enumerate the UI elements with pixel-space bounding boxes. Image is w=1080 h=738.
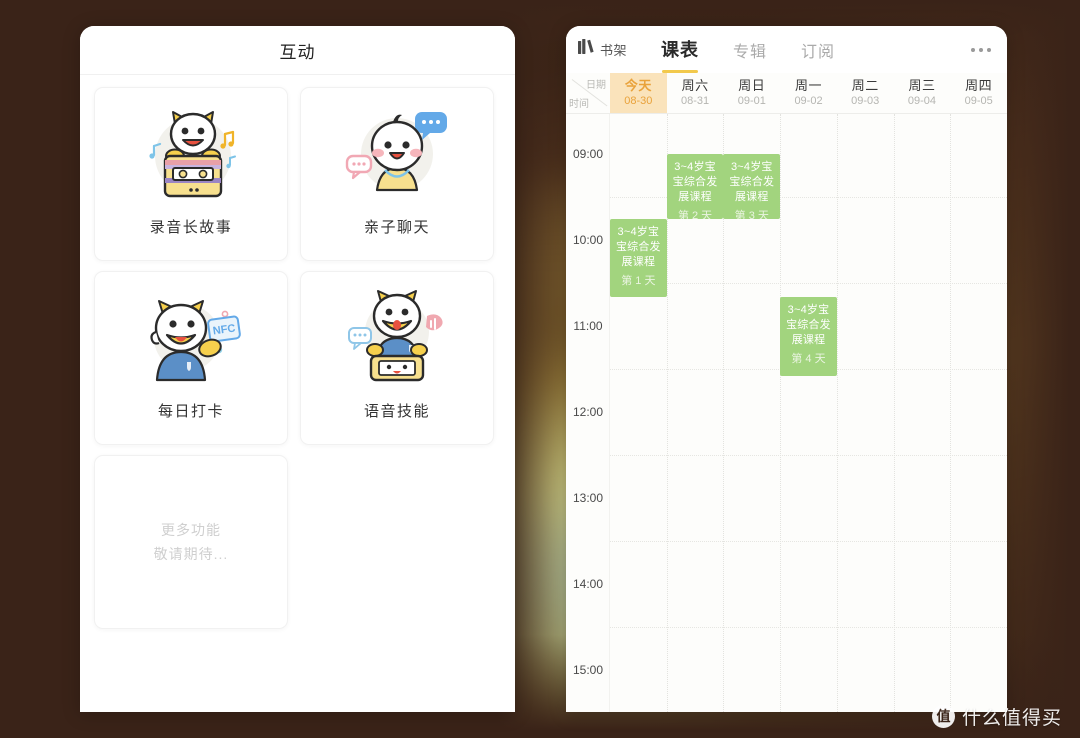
grid-day-separator	[780, 114, 782, 712]
day-header-sat[interactable]: 周六 08-31	[667, 73, 724, 113]
event-day-number: 第 1 天	[621, 274, 656, 287]
bear-cassette-recorder-icon	[137, 104, 245, 204]
tab-subscription[interactable]: 订阅	[801, 38, 835, 64]
tab-album[interactable]: 专辑	[733, 38, 767, 64]
grid-day-separator	[836, 114, 838, 712]
schedule-event[interactable]: 3~4岁宝宝综合发展课程第 1 天	[610, 218, 667, 298]
corner-date-label: 日期	[586, 80, 606, 91]
function-card-coming-soon: 更多功能 敬请期待...	[94, 455, 288, 629]
grid-hour-line	[610, 541, 1007, 542]
schedule-event[interactable]: 3~4岁宝宝综合发展课程第 4 天	[780, 297, 837, 377]
page-title: 互动	[279, 42, 316, 62]
schedule-grid-body[interactable]: 09:00 10:00 11:00 12:00 13:00 14:00 15:00 3~4岁…	[566, 114, 1007, 712]
time-label: 15:00	[572, 663, 604, 677]
event-title: 3~4岁宝宝综合发展课程	[672, 161, 718, 203]
schedule-event[interactable]: 3~4岁宝宝综合发展课程第 2 天	[666, 154, 724, 219]
bookshelf-button[interactable]: 书架	[578, 39, 627, 60]
tab-schedule[interactable]: 课表	[661, 36, 699, 64]
time-label: 13:00	[572, 491, 604, 505]
bear-voice-skill-icon	[343, 288, 451, 388]
event-day-number: 第 3 天	[734, 210, 769, 219]
event-day-number: 第 4 天	[791, 353, 826, 366]
grid-hour-line	[610, 627, 1007, 628]
function-card-voice-skill[interactable]: 语音技能	[300, 271, 494, 445]
function-card-label: 亲子聊天	[363, 219, 430, 236]
grid-day-separator	[950, 114, 952, 712]
time-label: 11:00	[573, 319, 603, 333]
day-header-wed[interactable]: 周三 09-04	[894, 73, 951, 113]
interaction-panel: 互动 录音长故事 亲子聊天 NFC 每日打卡 语音技能 更多功能 敬请期待...	[80, 26, 515, 712]
function-card-parent-child-chat[interactable]: 亲子聊天	[300, 87, 494, 261]
function-card-grid: 录音长故事 亲子聊天 NFC 每日打卡 语音技能 更多功能 敬请期待...	[80, 75, 515, 629]
bear-nfc-checkin-icon: NFC	[137, 288, 245, 388]
grid-corner-cell: 日期 时间	[566, 73, 610, 113]
event-title: 3~4岁宝宝综合发展课程	[729, 161, 775, 203]
function-card-recording-story[interactable]: 录音长故事	[94, 87, 288, 261]
time-label: 12:00	[572, 405, 604, 419]
coming-soon-text: 更多功能 敬请期待...	[153, 522, 229, 562]
grid-hour-line	[610, 455, 1007, 456]
time-label: 09:00	[572, 147, 604, 161]
schedule-tabs: 课表 专辑 订阅	[661, 36, 835, 64]
baby-chat-bubble-icon	[343, 104, 451, 204]
schedule-topbar: 书架 课表 专辑 订阅	[566, 26, 1007, 73]
grid-hour-line	[610, 283, 1007, 284]
event-title: 3~4岁宝宝综合发展课程	[615, 225, 661, 268]
day-header-today[interactable]: 今天 08-30	[610, 73, 667, 113]
corner-time-label: 时间	[569, 99, 589, 110]
more-horizontal-icon[interactable]	[971, 47, 991, 52]
course-schedule-panel: 书架 课表 专辑 订阅 日期 时间 今天 08-30 周六 08-31 周日 0…	[566, 26, 1007, 712]
day-header-thu[interactable]: 周四 09-05	[950, 73, 1007, 113]
function-card-daily-checkin[interactable]: NFC 每日打卡	[94, 271, 288, 445]
bookshelf-label: 书架	[600, 43, 628, 58]
day-header-sun[interactable]: 周日 09-01	[723, 73, 780, 113]
day-header-mon[interactable]: 周一 09-02	[780, 73, 837, 113]
schedule-grid-header: 日期 时间 今天 08-30 周六 08-31 周日 09-01 周一 09-0…	[566, 73, 1007, 114]
event-title: 3~4岁宝宝综合发展课程	[786, 304, 831, 347]
time-axis-column: 09:00 10:00 11:00 12:00 13:00 14:00 15:00	[566, 114, 610, 712]
function-card-label: 语音技能	[363, 403, 430, 420]
grid-day-separator	[893, 114, 895, 712]
function-card-label: 录音长故事	[149, 219, 233, 236]
function-card-label: 每日打卡	[157, 403, 224, 420]
day-columns-area[interactable]: 3~4岁宝宝综合发展课程第 2 天 3~4岁宝宝综合发展课程第 3 天 3~4岁宝宝…	[610, 114, 1007, 712]
time-label: 10:00	[572, 233, 604, 247]
time-label: 14:00	[572, 577, 604, 591]
event-day-number: 第 2 天	[677, 210, 713, 219]
schedule-event[interactable]: 3~4岁宝宝综合发展课程第 3 天	[723, 154, 781, 219]
bookshelf-icon	[578, 39, 595, 60]
interaction-panel-header: 互动	[80, 26, 515, 75]
day-header-tue[interactable]: 周二 09-03	[837, 73, 894, 113]
